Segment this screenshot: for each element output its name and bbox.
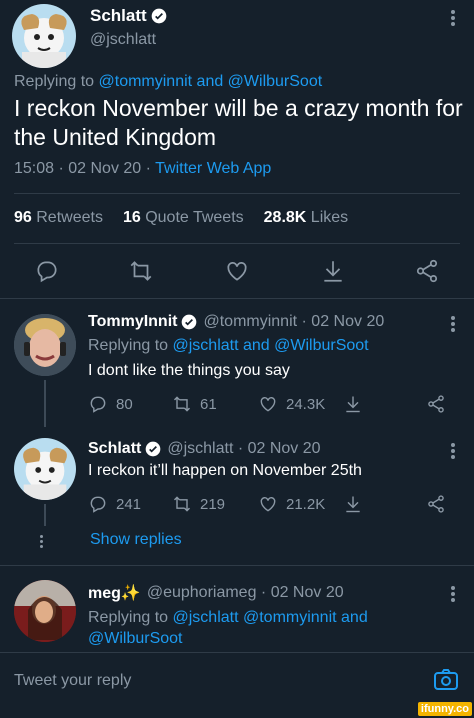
replying-prefix: Replying to	[14, 73, 95, 90]
more-options-icon[interactable]	[450, 314, 456, 334]
avatar-tommyinnit[interactable]	[14, 314, 76, 376]
reply-icon	[90, 496, 106, 513]
reply-count: 80	[116, 395, 133, 413]
divider	[0, 298, 474, 299]
meg-avatar-art	[14, 580, 76, 642]
share-icon[interactable]	[343, 394, 363, 414]
reply-text: I reckon it’ll happen on November 25th	[88, 462, 362, 479]
verified-badge-icon	[146, 441, 161, 457]
show-replies-link[interactable]: Show replies	[90, 531, 182, 549]
more-options-icon[interactable]	[450, 441, 456, 461]
tommyinnit-avatar-art	[14, 314, 76, 376]
reply-icon[interactable]	[34, 258, 60, 284]
share-network-icon[interactable]	[414, 258, 440, 284]
like-count: 21.2K	[286, 495, 326, 513]
reply-input[interactable]: Tweet your reply	[14, 672, 131, 690]
likes-stat[interactable]: 28.8K Likes	[264, 209, 349, 227]
retweet-icon[interactable]	[128, 258, 154, 284]
replying-to-handles[interactable]: @jschlatt @tommyinnit and	[173, 609, 368, 626]
replying-to-handles[interactable]: @WilburSoot	[88, 630, 183, 647]
schlatt-avatar-art	[23, 447, 67, 500]
divider	[14, 243, 460, 244]
reply-meta: @euphoriameg · 02 Nov 20	[146, 584, 344, 601]
like-count-button[interactable]: 24.3K	[258, 394, 325, 414]
tweet-source-link[interactable]: Twitter Web App	[155, 160, 271, 177]
share-icon[interactable]	[343, 494, 363, 514]
replying-prefix: Replying to	[88, 337, 173, 354]
avatar-meg[interactable]	[14, 580, 76, 642]
retweet-count: 61	[200, 395, 217, 413]
replying-to-line: Replying to @tommyinnit and @WilburSoot	[14, 73, 322, 91]
reply-author-name[interactable]: Schlatt	[88, 440, 141, 458]
like-count: 24.3K	[286, 395, 326, 413]
author-handle[interactable]: @jschlatt	[90, 31, 156, 49]
replying-to-handles[interactable]: @jschlatt and @WilburSoot	[173, 337, 369, 354]
reply-author-name[interactable]: TommyInnit	[88, 313, 177, 331]
tweet-timestamp: 15:08 · 02 Nov 20 · Twitter Web App	[14, 160, 271, 178]
like-count-button[interactable]: 21.2K	[258, 494, 325, 514]
replying-to-line: Replying to @jschlatt @tommyinnit and @W…	[88, 607, 368, 649]
reply-icon	[90, 396, 106, 413]
share-icon[interactable]	[320, 258, 346, 284]
divider	[14, 193, 460, 194]
like-icon	[260, 397, 276, 412]
retweets-stat[interactable]: 96 Retweets	[14, 209, 103, 227]
divider	[0, 565, 474, 566]
reply-count-button[interactable]: 241	[88, 494, 141, 514]
reply-meta: @tommyinnit · 02 Nov 20	[203, 313, 385, 330]
retweet-icon	[173, 496, 191, 512]
reply-count: 241	[116, 495, 142, 513]
watermark: ifunny.co	[417, 702, 472, 716]
thread-dots-icon	[40, 533, 43, 550]
reply-author-name[interactable]: meg✨	[88, 583, 141, 603]
replying-to-handles[interactable]: @tommyinnit and @WilburSoot	[99, 73, 323, 90]
avatar-schlatt[interactable]	[12, 4, 76, 68]
camera-icon[interactable]	[433, 668, 459, 692]
like-icon	[260, 497, 276, 512]
retweet-icon	[173, 396, 191, 412]
schlatt-avatar-art	[21, 14, 67, 68]
divider	[0, 652, 474, 653]
timestamp-text: 15:08 · 02 Nov 20 ·	[14, 160, 156, 177]
reply-text: I dont like the things you say	[88, 362, 290, 379]
thread-connector	[44, 380, 46, 427]
like-icon[interactable]	[224, 258, 250, 284]
retweet-count-button[interactable]: 219	[172, 494, 225, 514]
author-name[interactable]: Schlatt	[90, 6, 147, 26]
avatar-schlatt[interactable]	[14, 438, 76, 500]
quote-tweets-stat[interactable]: 16 Quote Tweets	[123, 209, 244, 227]
retweet-count: 219	[200, 495, 226, 513]
replying-prefix: Replying to	[88, 609, 173, 626]
reply-count-button[interactable]: 80	[88, 394, 133, 414]
verified-badge-icon	[182, 314, 197, 330]
more-options-icon[interactable]	[450, 8, 456, 28]
retweet-count-button[interactable]: 61	[172, 394, 217, 414]
verified-badge-icon	[151, 8, 167, 24]
more-options-icon[interactable]	[450, 584, 456, 604]
reply-meta: @jschlatt · 02 Nov 20	[167, 440, 321, 457]
tweet-stats: 96 Retweets 16 Quote Tweets 28.8K Likes	[14, 209, 348, 227]
tweet-text: I reckon November will be a crazy month …	[14, 95, 463, 150]
share-network-icon[interactable]	[426, 494, 446, 514]
share-network-icon[interactable]	[426, 394, 446, 414]
replying-to-line: Replying to @jschlatt and @WilburSoot	[88, 337, 369, 355]
thread-connector	[44, 504, 46, 526]
